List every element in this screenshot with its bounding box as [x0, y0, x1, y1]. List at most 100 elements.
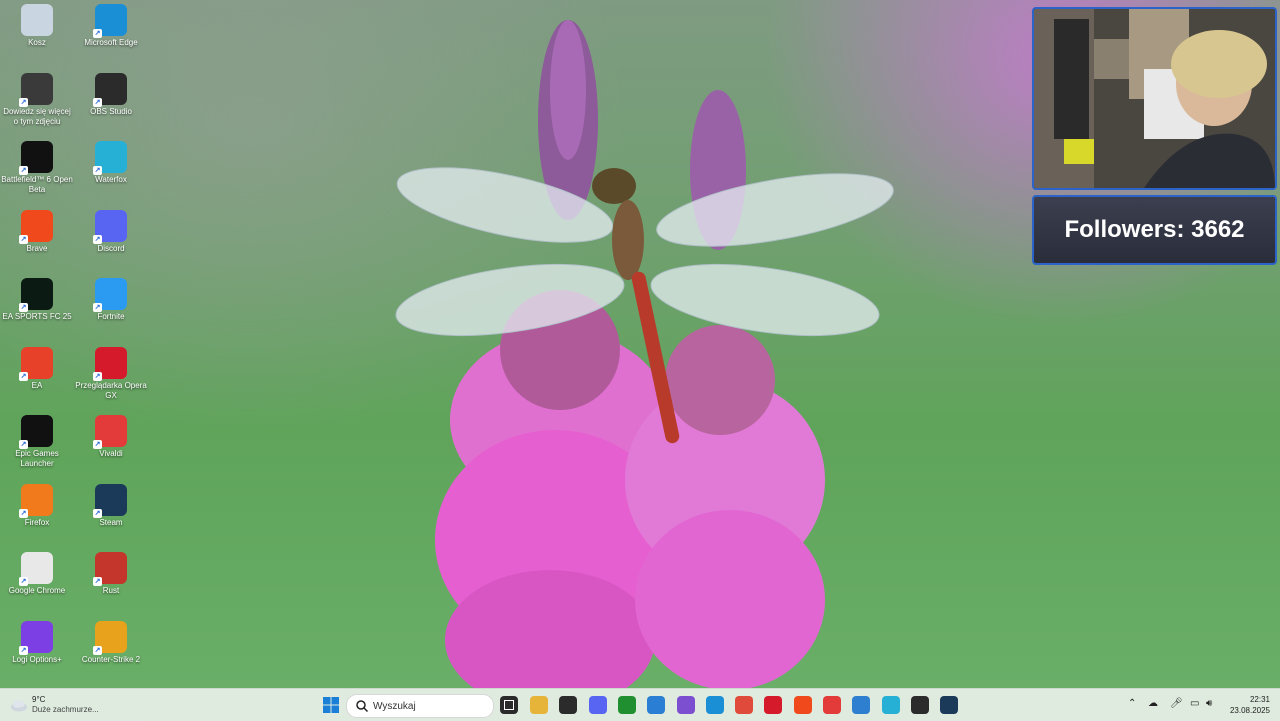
- task-view-icon: [504, 700, 514, 710]
- desktop-icon[interactable]: ↗ Epic Games Launcher: [0, 411, 74, 469]
- weather-description: Duże zachmurze...: [32, 705, 99, 714]
- fortnite-icon: ↗: [93, 278, 127, 312]
- desktop-icon-label: Przeglądarka Opera GX: [75, 380, 147, 400]
- search-icon: [356, 700, 369, 713]
- shortcut-arrow-icon: ↗: [19, 234, 28, 244]
- desktop-icon-label: EA: [31, 380, 43, 390]
- desktop-icon-label: Counter-Strike 2: [81, 654, 141, 664]
- desktop-icon[interactable]: ↗ Firefox: [0, 480, 74, 528]
- shortcut-arrow-icon: ↗: [93, 29, 102, 38]
- photos-icon[interactable]: [852, 696, 871, 714]
- desktop-icon[interactable]: ↗ Google Chrome: [0, 548, 74, 596]
- desktop-icon-label: Microsoft Edge: [84, 38, 138, 47]
- desktop-icon[interactable]: ↗ EA SPORTS FC 25: [0, 274, 74, 322]
- desktop-icon-label: Google Chrome: [8, 586, 66, 595]
- desktop-icon[interactable]: ↗ Discord: [74, 206, 148, 254]
- volume-icon[interactable]: 🔊︎: [1206, 698, 1212, 709]
- clock-date: 23.08.2025: [1229, 706, 1270, 715]
- vivaldi-icon[interactable]: [823, 696, 841, 714]
- shortcut-arrow-icon: ↗: [19, 97, 28, 107]
- shortcut-arrow-icon: ↗: [19, 577, 28, 586]
- recycle-bin-icon: [21, 4, 53, 36]
- fc25-icon: ↗: [19, 278, 53, 312]
- desktop-icon[interactable]: ↗ Brave: [0, 206, 74, 254]
- clock-time: 22:31: [1249, 695, 1270, 704]
- start-button[interactable]: [322, 696, 340, 714]
- weather-temperature: 9°C: [32, 695, 46, 704]
- followers-counter: Followers: 3662: [1032, 195, 1277, 265]
- tray-chevron-icon[interactable]: ⌃: [1128, 698, 1136, 709]
- desktop-icon[interactable]: ↗ Waterfox: [74, 137, 148, 185]
- search-placeholder: Wyszukaj: [373, 700, 416, 712]
- obs-live-icon[interactable]: [910, 696, 929, 714]
- webcam-overlay: [1032, 7, 1277, 190]
- onedrive-icon[interactable]: ☁: [1148, 698, 1158, 709]
- obs-icon: ↗: [93, 72, 127, 107]
- shortcut-arrow-icon: ↗: [93, 303, 102, 312]
- taskbar-search[interactable]: Wyszukaj: [346, 694, 494, 718]
- taskbar: 9°C Duże zachmurze... Wyszukaj ⌃ ☁ 🎤︎ ▭ …: [0, 688, 1280, 721]
- discord-icon[interactable]: [588, 696, 607, 714]
- desktop-icon-label: Fortnite: [97, 312, 125, 321]
- desktop-icon-label: OBS Studio: [90, 106, 132, 116]
- spotlight-icon: ↗: [19, 72, 53, 107]
- shortcut-arrow-icon: ↗: [93, 166, 102, 175]
- shortcut-arrow-icon: ↗: [93, 371, 102, 381]
- desktop-icon-label: Discord: [97, 243, 125, 253]
- desktop-icon[interactable]: ↗ Vivaldi: [74, 411, 148, 459]
- shortcut-arrow-icon: ↗: [19, 645, 28, 655]
- xbox-icon[interactable]: [617, 696, 636, 714]
- desktop-icon[interactable]: ↗ Microsoft Edge: [74, 0, 148, 48]
- desktop-icon[interactable]: ↗ OBS Studio: [74, 69, 148, 117]
- logi-options-icon: ↗: [19, 620, 53, 655]
- discord-icon: ↗: [93, 209, 127, 244]
- desktop-icon-label: Logi Options+: [12, 654, 62, 664]
- microphone-icon[interactable]: 🎤︎: [1170, 698, 1183, 709]
- desktop-icon-label: Brave: [26, 243, 48, 253]
- media-icon[interactable]: [676, 696, 695, 714]
- desktop-icon[interactable]: ↗ Rust: [74, 548, 148, 596]
- shortcut-arrow-icon: ↗: [19, 440, 28, 449]
- brave-icon: ↗: [19, 209, 53, 244]
- task-view-button[interactable]: [500, 696, 518, 714]
- vscode-icon[interactable]: [647, 696, 666, 714]
- shortcut-arrow-icon: ↗: [93, 577, 102, 586]
- shortcut-arrow-icon: ↗: [19, 371, 28, 381]
- desktop-icon[interactable]: ↗ Dowiedz się więcej o tym zdjęciu: [0, 69, 74, 127]
- wallpaper-dragonfly: [395, 20, 894, 688]
- desktop-icon-label: Firefox: [24, 517, 50, 527]
- waterfox-icon[interactable]: [881, 696, 900, 714]
- desktop-icon-label: Steam: [99, 517, 123, 527]
- ea-icon: ↗: [19, 346, 53, 381]
- shortcut-arrow-icon: ↗: [93, 508, 102, 518]
- desktop-icon[interactable]: ↗ Battlefield™ 6 Open Beta: [0, 137, 74, 195]
- desktop-icon[interactable]: Kosz: [0, 0, 74, 48]
- desktop-icon-label: Vivaldi: [99, 449, 123, 458]
- opera-gx-icon[interactable]: [764, 696, 783, 714]
- desktop-icon[interactable]: ↗ Steam: [74, 480, 148, 528]
- desktop-icon[interactable]: ↗ EA: [0, 343, 74, 391]
- desktop-icon[interactable]: ↗ Fortnite: [74, 274, 148, 322]
- clock[interactable]: 22:31 23.08.2025: [1230, 694, 1270, 716]
- desktop-icons: Kosz ↗ Microsoft Edge ↗ Dowiedz się więcej o…: [0, 0, 150, 688]
- battlefield-icon: ↗: [19, 141, 53, 175]
- vivaldi-icon: ↗: [93, 415, 127, 449]
- desktop-icon[interactable]: ↗ Counter-Strike 2: [74, 617, 148, 665]
- network-icon[interactable]: ▭: [1190, 698, 1199, 709]
- file-explorer-icon[interactable]: [530, 696, 548, 714]
- desktop-icon-label: Epic Games Launcher: [15, 449, 59, 468]
- weather-widget[interactable]: 9°C Duże zachmurze...: [10, 693, 99, 717]
- shortcut-arrow-icon: ↗: [93, 97, 102, 107]
- desktop-icon-label: Waterfox: [95, 175, 127, 184]
- desktop-icon-label: EA SPORTS FC 25: [2, 312, 72, 321]
- followers-text: Followers: 3662: [1064, 216, 1245, 243]
- steam-icon[interactable]: [940, 696, 959, 714]
- desktop-icon[interactable]: ↗ Logi Options+: [0, 617, 74, 665]
- brave-icon[interactable]: [793, 696, 812, 714]
- chrome-icon[interactable]: [735, 696, 754, 714]
- desktop-icon-label: Dowiedz się więcej o tym zdjęciu: [3, 106, 71, 126]
- obs-icon[interactable]: [559, 696, 578, 714]
- edge-icon[interactable]: [705, 696, 724, 714]
- shortcut-arrow-icon: ↗: [93, 440, 102, 449]
- desktop-icon[interactable]: ↗ Przeglądarka Opera GX: [74, 343, 148, 401]
